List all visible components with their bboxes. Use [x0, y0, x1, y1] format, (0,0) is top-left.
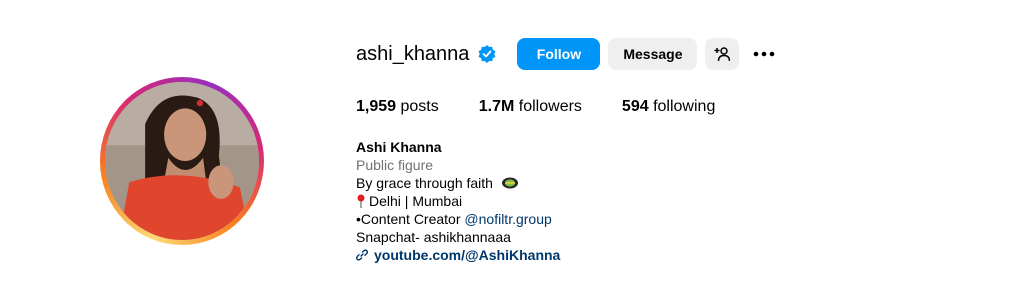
profile-header: ashi_khanna Follow Message: [356, 37, 781, 71]
posts-stat: 1,959 posts: [356, 98, 439, 116]
bio-line-4: Snapchat- ashikhannaaa: [356, 229, 511, 245]
link-icon: [356, 249, 368, 261]
followers-count: 1.7M: [478, 98, 515, 115]
posts-count: 1,959: [356, 98, 397, 115]
person-add-icon: [714, 47, 731, 62]
rugby-ball-emoji-icon: [501, 177, 518, 189]
full-name: Ashi Khanna: [356, 139, 442, 155]
message-button[interactable]: Message: [608, 38, 698, 70]
username: ashi_khanna: [356, 42, 470, 65]
bio-line-1: By grace through faith: [356, 174, 560, 192]
category-label: Public figure: [356, 157, 434, 173]
followers-label: followers: [518, 98, 582, 115]
follow-button[interactable]: Follow: [517, 38, 601, 70]
bio-line-1-text: By grace through faith: [356, 175, 493, 191]
mention-link[interactable]: @nofiltr.group: [464, 211, 551, 227]
bio-line-3: •Content Creator @nofiltr.group: [356, 210, 560, 228]
bio-line-2: Delhi | Mumbai: [356, 192, 560, 210]
following-count: 594: [621, 98, 649, 115]
verified-badge-icon: [478, 45, 496, 63]
external-link[interactable]: youtube.com/@AshiKhanna: [356, 246, 560, 264]
story-ring[interactable]: [100, 77, 264, 245]
following-stat[interactable]: 594 following: [622, 98, 715, 116]
more-horizontal-icon: [754, 51, 775, 57]
suggested-accounts-button[interactable]: [705, 38, 740, 70]
bio-line-2-text: Delhi | Mumbai: [369, 193, 463, 209]
external-link-text: youtube.com/@AshiKhanna: [374, 247, 561, 263]
avatar[interactable]: [105, 82, 259, 240]
bio-line-3-text: •Content Creator: [356, 211, 461, 227]
profile-bio: Ashi Khanna Public figure By grace throu…: [356, 138, 560, 264]
profile-stats: 1,959 posts 1.7M followers 594 following: [356, 98, 755, 116]
following-label: following: [653, 98, 716, 115]
avatar-photo: [105, 82, 259, 240]
pin-emoji-icon: [357, 194, 365, 208]
posts-label: posts: [400, 98, 439, 115]
followers-stat[interactable]: 1.7M followers: [479, 98, 582, 116]
more-options-button[interactable]: [747, 38, 781, 70]
